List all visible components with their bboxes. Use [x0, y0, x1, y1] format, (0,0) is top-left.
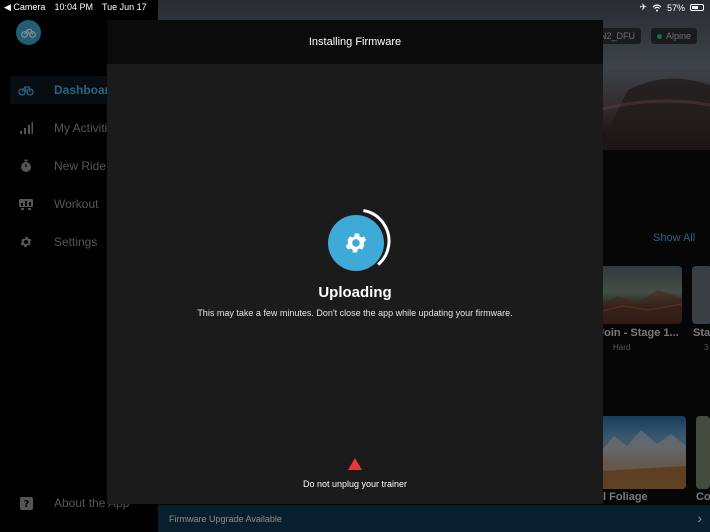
modal-title: Installing Firmware	[308, 36, 402, 48]
firmware-install-modal: Installing Firmware Uploading This may t…	[107, 20, 603, 504]
upload-status-description: This may take a few minutes. Don't close…	[197, 308, 513, 318]
airplane-icon: ✈	[639, 2, 647, 12]
unplug-warning-text: Do not unplug your trainer	[302, 479, 408, 489]
battery-percent: 57%	[666, 2, 685, 13]
status-date: Tue Jun 17	[101, 2, 147, 12]
warning-icon	[348, 458, 362, 470]
status-time: 10:04 PM	[54, 2, 93, 12]
battery-icon	[690, 4, 704, 11]
modal-header: Installing Firmware	[107, 20, 603, 64]
upload-status-title: Uploading	[318, 284, 392, 301]
wifi-icon	[652, 3, 662, 11]
upload-progress-spinner	[325, 208, 391, 274]
back-to-camera-link[interactable]: ◀ Camera	[4, 2, 45, 13]
status-bar: ◀ Camera 10:04 PM Tue Jun 17 ✈ 57%	[0, 0, 710, 14]
